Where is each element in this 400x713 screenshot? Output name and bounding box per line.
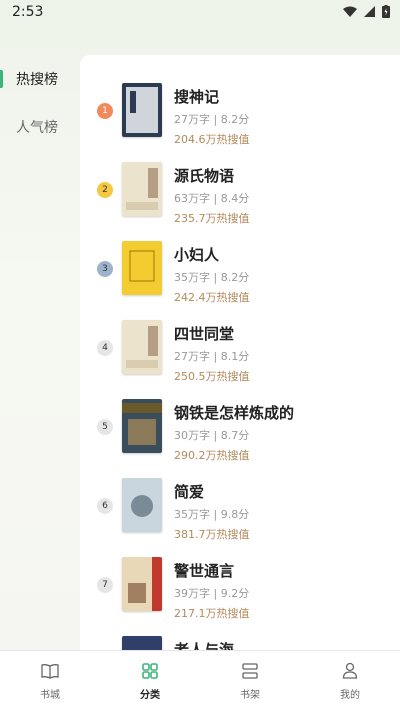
tab-label: 书架: [240, 690, 260, 701]
rank-badge: 7: [97, 577, 113, 593]
rank-badge: 1: [97, 103, 113, 119]
category-grid-icon: [142, 663, 158, 679]
book-cover[interactable]: [122, 83, 162, 137]
book-cover[interactable]: [122, 162, 162, 216]
book-heat: 204.6万热搜值: [174, 133, 250, 146]
tab-bookstore[interactable]: 书城: [0, 651, 100, 713]
book-title[interactable]: 小妇人: [174, 244, 219, 265]
book-ranking-list: 1 搜神记 27万字 | 8.2分 204.6万热搜值 2 源氏物语 63万字 …: [80, 55, 400, 650]
book-title[interactable]: 简爱: [174, 481, 204, 502]
rank-badge: 3: [97, 261, 113, 277]
book-cover[interactable]: [122, 320, 162, 374]
book-item[interactable]: 3 小妇人 35万字 | 8.2分 242.4万热搜值: [80, 241, 400, 320]
tab-category[interactable]: 分类: [100, 651, 200, 713]
book-cover[interactable]: [122, 399, 162, 453]
status-icons: [342, 5, 390, 18]
book-item[interactable]: 4 四世同堂 27万字 | 8.1分 250.5万热搜值: [80, 320, 400, 399]
book-heat: 242.4万热搜值: [174, 291, 250, 304]
book-item[interactable]: 2 源氏物语 63万字 | 8.4分 235.7万热搜值: [80, 162, 400, 241]
book-item[interactable]: 5 钢铁是怎样炼成的 30万字 | 8.7分 290.2万热搜值: [80, 399, 400, 478]
book-meta: 35万字 | 8.2分: [174, 271, 250, 284]
book-meta: 30万字 | 8.7分: [174, 429, 250, 442]
rank-badge: 2: [97, 182, 113, 198]
ranking-sidebar: 热搜榜 人气榜: [0, 55, 80, 650]
book-heat: 250.5万热搜值: [174, 370, 250, 383]
book-cover[interactable]: [122, 636, 162, 650]
battery-icon: [382, 5, 390, 18]
tab-label: 我的: [340, 690, 360, 701]
tab-bookshelf[interactable]: 书架: [200, 651, 300, 713]
tab-profile[interactable]: 我的: [300, 651, 400, 713]
book-title[interactable]: 四世同堂: [174, 323, 234, 344]
tab-label: 分类: [140, 690, 160, 701]
bottom-tab-bar: 书城 分类 书架 我的: [0, 650, 400, 713]
signal-icon: [364, 5, 375, 17]
bookshelf-icon: [242, 663, 258, 679]
rank-badge: 4: [97, 340, 113, 356]
rank-badge: 6: [97, 498, 113, 514]
book-meta: 27万字 | 8.2分: [174, 113, 250, 126]
book-item[interactable]: 7 警世通言 39万字 | 9.2分 217.1万热搜值: [80, 557, 400, 636]
book-meta: 35万字 | 9.8分: [174, 508, 250, 521]
sidebar-item-hot-search[interactable]: 热搜榜: [0, 55, 80, 103]
book-title[interactable]: 警世通言: [174, 560, 234, 581]
book-meta: 27万字 | 8.1分: [174, 350, 250, 363]
book-heat: 381.7万热搜值: [174, 528, 250, 541]
book-title[interactable]: 源氏物语: [174, 165, 234, 186]
book-title[interactable]: 老人与海: [174, 639, 234, 650]
sidebar-item-label: 人气榜: [16, 120, 58, 136]
book-item[interactable]: 1 搜神记 27万字 | 8.2分 204.6万热搜值: [80, 83, 400, 162]
status-bar: 2:53: [0, 0, 400, 24]
status-time: 2:53: [12, 4, 44, 20]
user-icon: [342, 662, 358, 679]
rank-badge: 5: [97, 419, 113, 435]
book-heat: 235.7万热搜值: [174, 212, 250, 225]
book-heat: 290.2万热搜值: [174, 449, 250, 462]
book-meta: 39万字 | 9.2分: [174, 587, 250, 600]
book-item[interactable]: 老人与海: [80, 636, 400, 650]
book-meta: 63万字 | 8.4分: [174, 192, 250, 205]
book-cover[interactable]: [122, 557, 162, 611]
book-cover[interactable]: [122, 241, 162, 295]
book-heat: 217.1万热搜值: [174, 607, 250, 620]
book-cover[interactable]: [122, 478, 162, 532]
book-title[interactable]: 搜神记: [174, 86, 219, 107]
wifi-icon: [343, 6, 357, 17]
book-open-icon: [41, 664, 59, 679]
book-item[interactable]: 6 简爱 35万字 | 9.8分 381.7万热搜值: [80, 478, 400, 557]
sidebar-item-label: 热搜榜: [16, 72, 58, 88]
book-title[interactable]: 钢铁是怎样炼成的: [174, 402, 294, 423]
tab-label: 书城: [40, 690, 60, 701]
sidebar-item-popularity[interactable]: 人气榜: [0, 103, 80, 151]
